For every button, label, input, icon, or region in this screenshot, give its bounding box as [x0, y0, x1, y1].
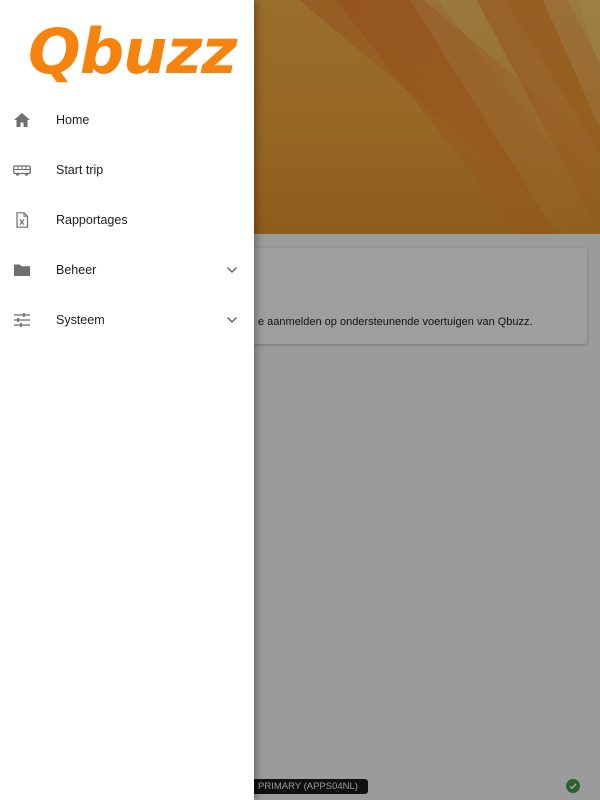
app-screen: e aanmelden op ondersteunende voertuigen… — [0, 0, 600, 800]
nav-item-beheer[interactable]: Beheer — [0, 245, 254, 295]
navigation-drawer: Qbuzz Home Start trip Rapportages Beheer… — [0, 0, 254, 800]
drawer-nav: Home Start trip Rapportages Beheer Syste… — [0, 95, 254, 345]
nav-item-systeem[interactable]: Systeem — [0, 295, 254, 345]
nav-item-label: Rapportages — [56, 213, 128, 227]
chevron-down-icon[interactable] — [226, 315, 238, 325]
nav-item-label: Beheer — [56, 263, 97, 277]
nav-item-label: Home — [56, 113, 90, 127]
excel-report-icon — [16, 212, 29, 228]
bus-icon — [13, 165, 31, 176]
home-icon — [14, 113, 30, 127]
nav-item-start-trip[interactable]: Start trip — [0, 145, 254, 195]
folder-icon — [14, 264, 30, 276]
nav-item-rapportages[interactable]: Rapportages — [0, 195, 254, 245]
nav-item-label: Systeem — [56, 313, 105, 327]
qbuzz-logo: Qbuzz — [28, 15, 237, 88]
nav-item-home[interactable]: Home — [0, 95, 254, 145]
nav-item-label: Start trip — [56, 163, 104, 177]
chevron-down-icon[interactable] — [226, 265, 238, 275]
sliders-icon — [14, 313, 30, 327]
